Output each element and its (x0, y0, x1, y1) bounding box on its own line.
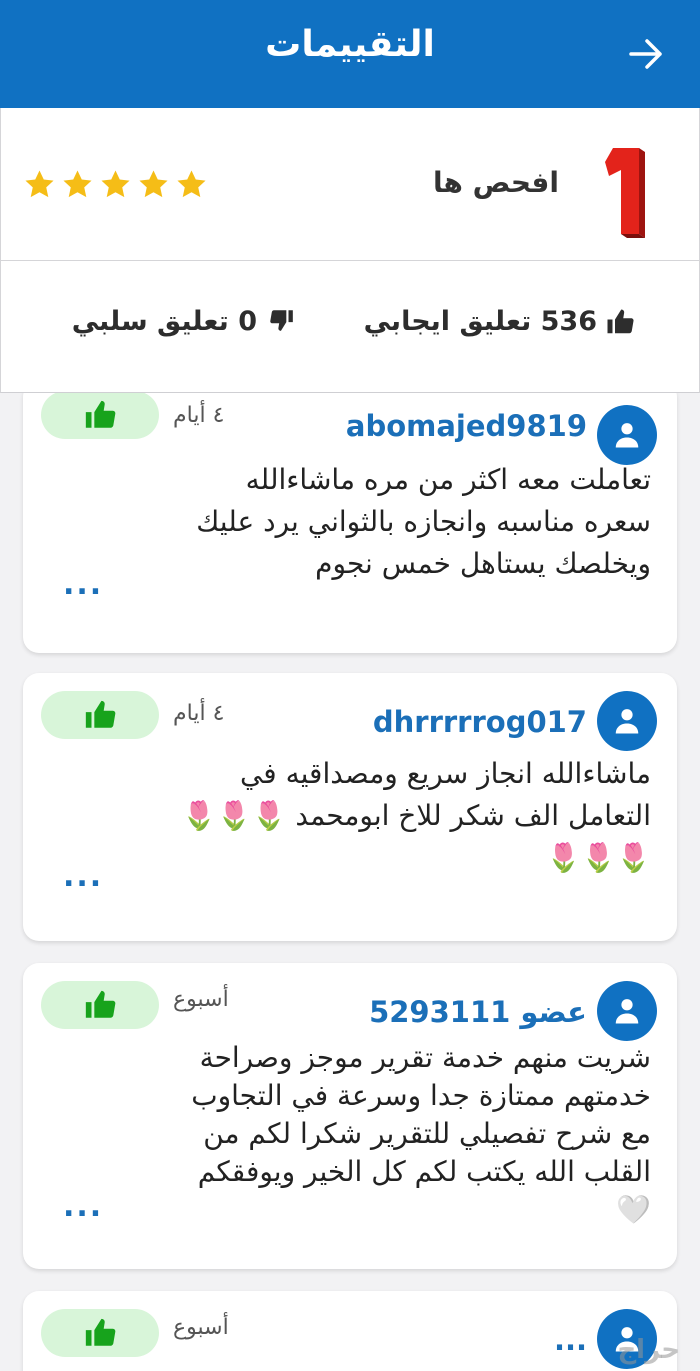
thumbs-up-icon (85, 990, 116, 1018)
seller-logo[interactable] (569, 130, 679, 248)
user-icon (615, 999, 639, 1024)
user-avatar[interactable] (597, 981, 657, 1041)
page-title: التقييمات (265, 24, 435, 65)
review-username[interactable]: abomajed9819 (346, 409, 587, 443)
like-button[interactable] (41, 981, 159, 1029)
watermark-logo: حراج (617, 1335, 680, 1365)
thumbs-up-icon (85, 700, 116, 728)
rating-stars (23, 168, 208, 201)
thumbs-down-icon (265, 307, 295, 337)
reviews-screen: التقييمات افحص ها 536 تعليق ايجابي 0 تعل… (0, 0, 700, 1371)
user-icon (615, 709, 639, 734)
more-button[interactable]: ... (63, 1189, 103, 1224)
more-button[interactable]: ... (63, 567, 103, 602)
positive-count-label: 536 تعليق ايجابي (363, 306, 597, 337)
star-icon (139, 170, 168, 198)
thumbs-up-icon (85, 400, 116, 428)
like-button[interactable] (41, 691, 159, 739)
user-avatar[interactable] (597, 691, 657, 751)
review-text: شريت منهم خدمة تقرير موجز وصراحة خدمتهم … (191, 1041, 651, 1226)
review-time: ٤ أيام (173, 403, 225, 428)
user-icon (615, 423, 639, 448)
positive-count: 536 تعليق ايجابي (364, 306, 635, 337)
summary-divider (1, 260, 700, 261)
star-icon (177, 170, 206, 198)
review-time: أسبوع (173, 987, 229, 1012)
thumbs-up-icon (85, 1318, 116, 1346)
review-username[interactable]: عضو 5293111 (369, 995, 587, 1029)
user-avatar[interactable] (597, 405, 657, 465)
review-time: ٤ أيام (173, 701, 225, 726)
more-button[interactable]: ... (63, 859, 103, 894)
review-time: أسبوع (173, 1315, 229, 1340)
review-card: عضو 5293111 أسبوع شريت منهم خدمة تقرير م… (23, 963, 677, 1269)
reviews-list[interactable]: abomajed9819 ٤ أيام تعاملت معه اكثر من م… (0, 393, 700, 1371)
seller-summary: افحص ها 536 تعليق ايجابي 0 تعليق سلبي (0, 108, 700, 393)
review-card: dhrrrrrog017 ٤ أيام ماشاءالله انجاز سريع… (23, 673, 677, 941)
seller-logo-image (570, 135, 678, 243)
star-icon (101, 170, 130, 198)
review-username[interactable]: dhrrrrrog017 (373, 705, 587, 739)
negative-count: 0 تعليق سلبي (72, 306, 295, 337)
like-button[interactable] (41, 1309, 159, 1357)
back-button[interactable] (626, 34, 666, 74)
negative-count-label: 0 تعليق سلبي (71, 306, 257, 337)
review-card: ... أسبوع (23, 1291, 677, 1371)
review-card: abomajed9819 ٤ أيام تعاملت معه اكثر من م… (23, 393, 677, 653)
like-button[interactable] (41, 393, 159, 439)
thumbs-up-icon (605, 307, 635, 337)
top-bar: التقييمات (0, 0, 700, 108)
review-text: ماشاءالله انجاز سريع ومصداقيه في التعامل… (181, 757, 651, 874)
arrow-right-icon (629, 39, 662, 69)
review-username[interactable]: ... (554, 1323, 587, 1357)
seller-name[interactable]: افحص ها (433, 166, 559, 199)
review-text: تعاملت معه اكثر من مره ماشاءالله سعره من… (196, 463, 651, 580)
star-icon (25, 170, 54, 198)
star-icon (63, 170, 92, 198)
